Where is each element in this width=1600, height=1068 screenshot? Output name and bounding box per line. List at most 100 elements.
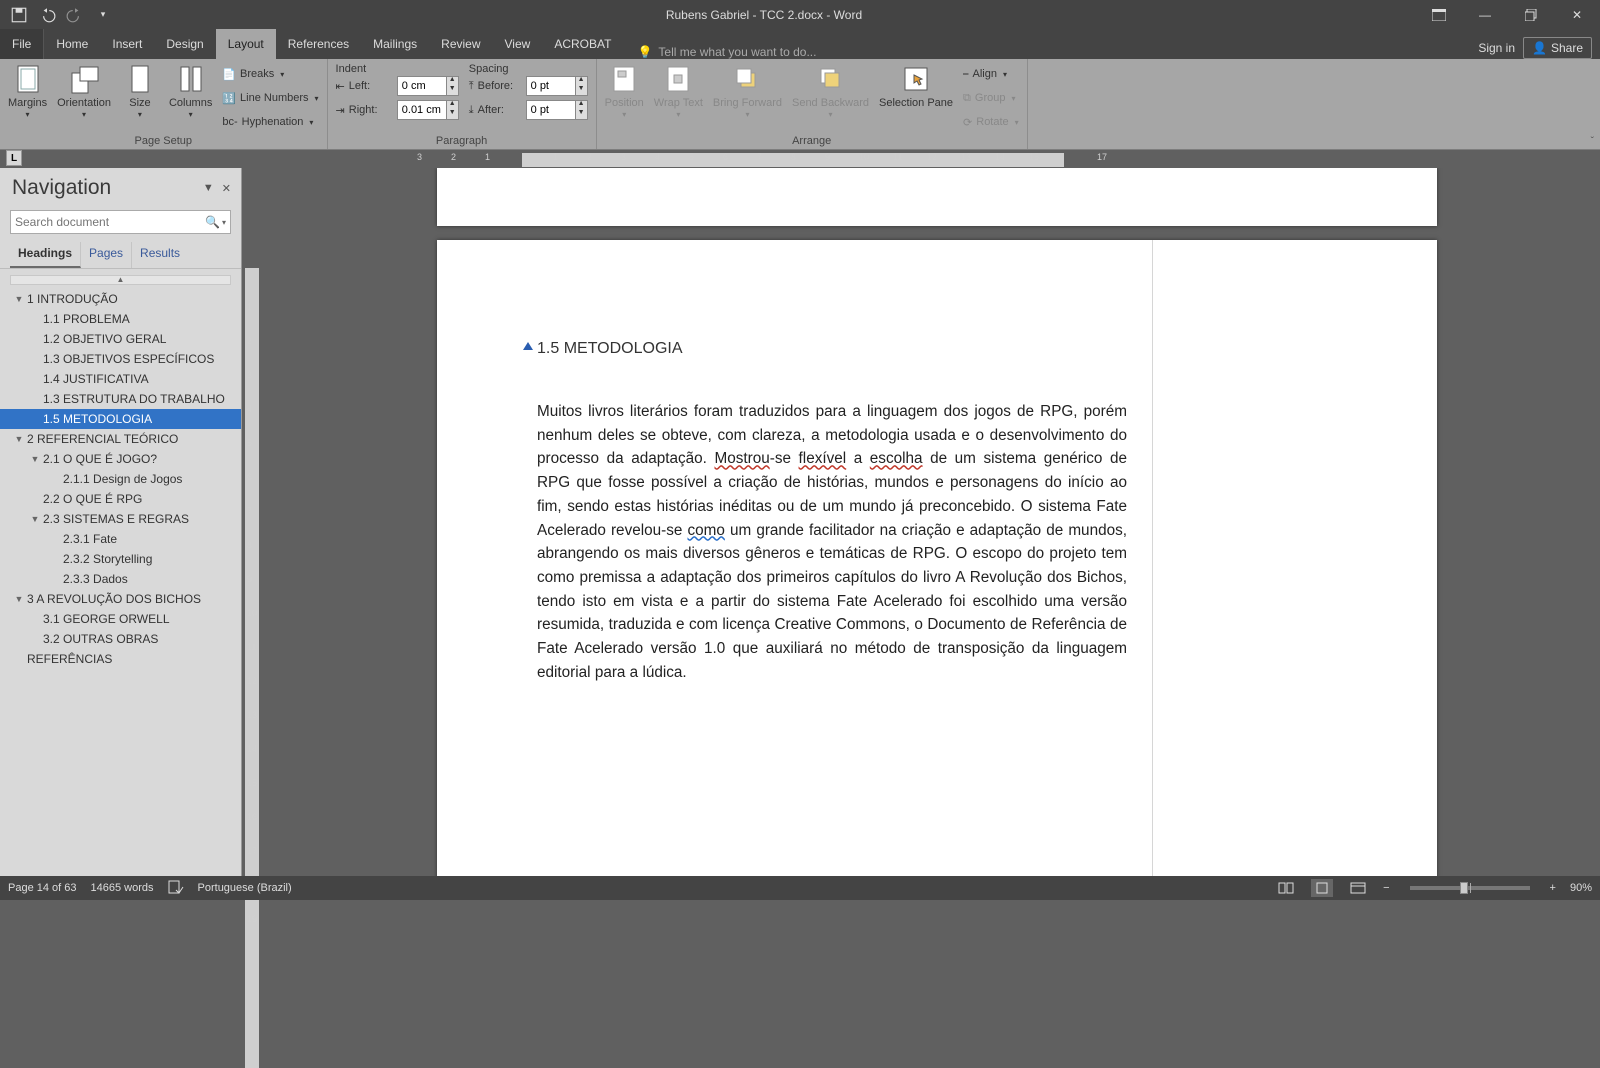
zoom-out-button[interactable]: − bbox=[1383, 882, 1389, 894]
sign-in-link[interactable]: Sign in bbox=[1478, 41, 1515, 55]
navigation-search[interactable]: 🔍 ▾ bbox=[10, 210, 231, 234]
tree-twisty-icon[interactable]: ▼ bbox=[30, 454, 40, 464]
share-icon: 👤 bbox=[1532, 41, 1547, 55]
tab-view[interactable]: View bbox=[493, 29, 543, 59]
breaks-button[interactable]: 📄Breaks▾ bbox=[218, 63, 322, 85]
nav-item[interactable]: ▼2 REFERENCIAL TEÓRICO bbox=[0, 429, 241, 449]
navigation-title: Navigation bbox=[12, 176, 111, 200]
navigation-collapse-all[interactable]: ▲ bbox=[10, 275, 231, 285]
heading-collapse-icon[interactable] bbox=[523, 342, 533, 350]
navigation-close-icon[interactable]: ✕ bbox=[222, 182, 231, 195]
indent-heading: Indent bbox=[336, 63, 459, 75]
window-title: Rubens Gabriel - TCC 2.docx - Word bbox=[112, 8, 1416, 22]
undo-icon[interactable] bbox=[38, 6, 56, 24]
nav-item[interactable]: 3.2 OUTRAS OBRAS bbox=[0, 629, 241, 649]
hyphenation-button[interactable]: bc‑Hyphenation▾ bbox=[218, 111, 322, 133]
tab-layout[interactable]: Layout bbox=[216, 29, 276, 59]
group-button[interactable]: ⧉Group▾ bbox=[959, 87, 1023, 109]
nav-item[interactable]: 1.2 OBJETIVO GERAL bbox=[0, 329, 241, 349]
share-button[interactable]: 👤 Share bbox=[1523, 37, 1592, 59]
indent-right-label: Right: bbox=[349, 104, 393, 116]
restore-button[interactable] bbox=[1508, 0, 1554, 29]
nav-item[interactable]: 1.4 JUSTIFICATIVA bbox=[0, 369, 241, 389]
nav-tab-pages[interactable]: Pages bbox=[81, 242, 132, 268]
nav-item-label: 3 A REVOLUÇÃO DOS BICHOS bbox=[27, 592, 201, 606]
columns-button[interactable]: Columns▾ bbox=[165, 61, 216, 131]
margins-icon bbox=[12, 63, 44, 95]
zoom-in-button[interactable]: + bbox=[1550, 882, 1556, 894]
search-icon[interactable]: 🔍 bbox=[205, 215, 220, 229]
print-layout-icon[interactable] bbox=[1311, 879, 1333, 897]
nav-item[interactable]: 3.1 GEORGE ORWELL bbox=[0, 609, 241, 629]
nav-tab-headings[interactable]: Headings bbox=[10, 242, 81, 268]
nav-tab-results[interactable]: Results bbox=[132, 242, 188, 268]
spacing-after-input[interactable]: ▲▼ bbox=[526, 100, 588, 120]
selection-pane-button[interactable]: Selection Pane bbox=[875, 61, 957, 131]
document-area[interactable]: 1.5 METODOLOGIA Muitos livros literários… bbox=[262, 168, 1600, 878]
size-button[interactable]: Size▾ bbox=[117, 61, 163, 131]
nav-item[interactable]: 2.1.1 Design de Jogos bbox=[0, 469, 241, 489]
nav-item[interactable]: 1.3 ESTRUTURA DO TRABALHO bbox=[0, 389, 241, 409]
tab-design[interactable]: Design bbox=[154, 29, 215, 59]
tree-twisty-icon[interactable]: ▼ bbox=[14, 294, 24, 304]
save-icon[interactable] bbox=[10, 6, 28, 24]
nav-item-label: 1 INTRODUÇÃO bbox=[27, 292, 118, 306]
status-language[interactable]: Portuguese (Brazil) bbox=[198, 882, 292, 894]
tree-twisty-icon[interactable]: ▼ bbox=[14, 594, 24, 604]
tab-file[interactable]: File bbox=[0, 29, 44, 59]
nav-item[interactable]: 1.5 METODOLOGIA bbox=[0, 409, 241, 429]
status-words[interactable]: 14665 words bbox=[91, 882, 154, 894]
nav-item[interactable]: ▼1 INTRODUÇÃO bbox=[0, 289, 241, 309]
tree-twisty-icon[interactable]: ▼ bbox=[14, 434, 24, 444]
page-current[interactable]: 1.5 METODOLOGIA Muitos livros literários… bbox=[437, 240, 1437, 878]
tree-twisty-icon[interactable]: ▼ bbox=[30, 514, 40, 524]
close-button[interactable]: ✕ bbox=[1554, 0, 1600, 29]
tab-references[interactable]: References bbox=[276, 29, 361, 59]
indent-right-input[interactable]: ▲▼ bbox=[397, 100, 459, 120]
ribbon-display-options-icon[interactable] bbox=[1416, 0, 1462, 29]
nav-item[interactable]: ▼2.1 O QUE É JOGO? bbox=[0, 449, 241, 469]
nav-item[interactable]: 2.2 O QUE É RPG bbox=[0, 489, 241, 509]
horizontal-ruler[interactable]: L 32112345678910111213141517 bbox=[0, 150, 1600, 168]
minimize-button[interactable]: ― bbox=[1462, 0, 1508, 29]
nav-item[interactable]: 1.1 PROBLEMA bbox=[0, 309, 241, 329]
zoom-slider[interactable] bbox=[1410, 886, 1530, 890]
navigation-search-input[interactable] bbox=[15, 215, 205, 229]
tab-insert[interactable]: Insert bbox=[100, 29, 154, 59]
margins-button[interactable]: Margins▾ bbox=[4, 61, 51, 131]
nav-item-label: 1.5 METODOLOGIA bbox=[43, 412, 152, 426]
zoom-level[interactable]: 90% bbox=[1570, 882, 1592, 894]
tab-mailings[interactable]: Mailings bbox=[361, 29, 429, 59]
customize-qat-icon[interactable]: ▾ bbox=[94, 6, 112, 24]
nav-item[interactable]: ▼2.3 SISTEMAS E REGRAS bbox=[0, 509, 241, 529]
indent-left-input[interactable]: ▲▼ bbox=[397, 76, 459, 96]
collapse-ribbon-icon[interactable]: ˇ bbox=[1591, 136, 1594, 147]
web-layout-icon[interactable] bbox=[1347, 879, 1369, 897]
tab-selector[interactable]: L bbox=[6, 150, 22, 166]
search-dropdown-icon[interactable]: ▾ bbox=[222, 218, 226, 227]
document-heading[interactable]: 1.5 METODOLOGIA bbox=[537, 340, 1127, 358]
tell-me-search[interactable]: 💡 Tell me what you want to do... bbox=[623, 45, 816, 59]
tab-review[interactable]: Review bbox=[429, 29, 492, 59]
vertical-ruler[interactable]: 12345678910111213141516171819 bbox=[242, 168, 262, 878]
spacing-before-input[interactable]: ▲▼ bbox=[526, 76, 588, 96]
nav-item[interactable]: 2.3.3 Dados bbox=[0, 569, 241, 589]
line-numbers-icon: 🔢 bbox=[222, 92, 236, 105]
nav-item[interactable]: 2.3.1 Fate bbox=[0, 529, 241, 549]
read-mode-icon[interactable] bbox=[1275, 879, 1297, 897]
tab-acrobat[interactable]: ACROBAT bbox=[542, 29, 623, 59]
nav-item[interactable]: ▼3 A REVOLUÇÃO DOS BICHOS bbox=[0, 589, 241, 609]
status-page[interactable]: Page 14 of 63 bbox=[8, 882, 77, 894]
nav-item[interactable]: REFERÊNCIAS bbox=[0, 649, 241, 669]
navigation-dropdown-icon[interactable]: ▼ bbox=[203, 182, 214, 195]
align-button[interactable]: ⎯Align▾ bbox=[959, 63, 1023, 85]
proofing-icon[interactable] bbox=[168, 880, 184, 897]
nav-item[interactable]: 1.3 OBJETIVOS ESPECÍFICOS bbox=[0, 349, 241, 369]
redo-icon[interactable] bbox=[66, 6, 84, 24]
orientation-button[interactable]: Orientation▾ bbox=[53, 61, 115, 131]
document-body-paragraph[interactable]: Muitos livros literários foram traduzido… bbox=[537, 400, 1127, 684]
tab-home[interactable]: Home bbox=[44, 29, 100, 59]
nav-item[interactable]: 2.3.2 Storytelling bbox=[0, 549, 241, 569]
rotate-button[interactable]: ⟳Rotate▾ bbox=[959, 111, 1023, 133]
line-numbers-button[interactable]: 🔢Line Numbers▾ bbox=[218, 87, 322, 109]
